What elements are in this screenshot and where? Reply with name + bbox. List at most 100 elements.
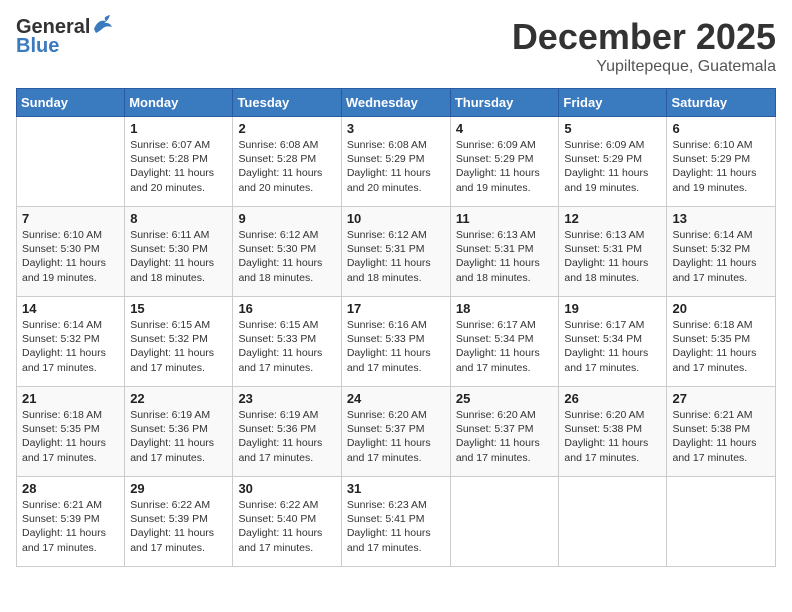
day-number: 8 <box>130 211 227 226</box>
day-number: 25 <box>456 391 554 406</box>
weekday-header-thursday: Thursday <box>450 89 559 117</box>
day-info: Sunrise: 6:18 AM Sunset: 5:35 PM Dayligh… <box>672 318 770 375</box>
day-info: Sunrise: 6:17 AM Sunset: 5:34 PM Dayligh… <box>456 318 554 375</box>
logo-blue-text: Blue <box>16 35 59 57</box>
day-info: Sunrise: 6:12 AM Sunset: 5:31 PM Dayligh… <box>347 228 445 285</box>
calendar-cell: 16 Sunrise: 6:15 AM Sunset: 5:33 PM Dayli… <box>233 297 341 387</box>
calendar-cell: 13 Sunrise: 6:14 AM Sunset: 5:32 PM Dayli… <box>667 207 776 297</box>
calendar-week-row: 14 Sunrise: 6:14 AM Sunset: 5:32 PM Dayli… <box>17 297 776 387</box>
day-info: Sunrise: 6:13 AM Sunset: 5:31 PM Dayligh… <box>564 228 661 285</box>
day-info: Sunrise: 6:08 AM Sunset: 5:29 PM Dayligh… <box>347 138 445 195</box>
calendar-cell: 14 Sunrise: 6:14 AM Sunset: 5:32 PM Dayli… <box>17 297 125 387</box>
day-number: 28 <box>22 481 119 496</box>
calendar-cell: 20 Sunrise: 6:18 AM Sunset: 5:35 PM Dayli… <box>667 297 776 387</box>
day-info: Sunrise: 6:08 AM Sunset: 5:28 PM Dayligh… <box>238 138 335 195</box>
day-info: Sunrise: 6:09 AM Sunset: 5:29 PM Dayligh… <box>456 138 554 195</box>
day-info: Sunrise: 6:15 AM Sunset: 5:32 PM Dayligh… <box>130 318 227 375</box>
day-number: 19 <box>564 301 661 316</box>
calendar-cell: 18 Sunrise: 6:17 AM Sunset: 5:34 PM Dayli… <box>450 297 559 387</box>
day-number: 9 <box>238 211 335 226</box>
day-number: 27 <box>672 391 770 406</box>
day-number: 5 <box>564 121 661 136</box>
calendar-week-row: 1 Sunrise: 6:07 AM Sunset: 5:28 PM Daylig… <box>17 117 776 207</box>
calendar-cell: 26Sunrise: 6:20 AM Sunset: 5:38 PM Dayli… <box>559 387 667 477</box>
calendar-cell <box>559 477 667 567</box>
title-block: December 2025 Yupiltepeque, Guatemala <box>512 16 776 76</box>
day-number: 20 <box>672 301 770 316</box>
calendar-cell: 21 Sunrise: 6:18 AM Sunset: 5:35 PM Dayli… <box>17 387 125 477</box>
weekday-header-tuesday: Tuesday <box>233 89 341 117</box>
weekday-header-monday: Monday <box>125 89 233 117</box>
weekday-header-saturday: Saturday <box>667 89 776 117</box>
calendar-week-row: 21 Sunrise: 6:18 AM Sunset: 5:35 PM Dayli… <box>17 387 776 477</box>
calendar-week-row: 28 Sunrise: 6:21 AM Sunset: 5:39 PM Dayli… <box>17 477 776 567</box>
day-number: 1 <box>130 121 227 136</box>
day-info: Sunrise: 6:18 AM Sunset: 5:35 PM Dayligh… <box>22 408 119 465</box>
calendar-cell: 6Sunrise: 6:10 AM Sunset: 5:29 PM Daylig… <box>667 117 776 207</box>
calendar-week-row: 7Sunrise: 6:10 AM Sunset: 5:30 PM Daylig… <box>17 207 776 297</box>
day-info: Sunrise: 6:13 AM Sunset: 5:31 PM Dayligh… <box>456 228 554 285</box>
day-number: 17 <box>347 301 445 316</box>
day-info: Sunrise: 6:07 AM Sunset: 5:28 PM Dayligh… <box>130 138 227 195</box>
calendar-cell: 25 Sunrise: 6:20 AM Sunset: 5:37 PM Dayli… <box>450 387 559 477</box>
calendar-cell <box>17 117 125 207</box>
day-number: 26 <box>564 391 661 406</box>
calendar-cell: 15 Sunrise: 6:15 AM Sunset: 5:32 PM Dayli… <box>125 297 233 387</box>
logo-bird-icon <box>92 15 114 33</box>
calendar-cell: 9 Sunrise: 6:12 AM Sunset: 5:30 PM Daylig… <box>233 207 341 297</box>
calendar-cell <box>450 477 559 567</box>
calendar-cell: 28 Sunrise: 6:21 AM Sunset: 5:39 PM Dayli… <box>17 477 125 567</box>
calendar-cell: 19 Sunrise: 6:17 AM Sunset: 5:34 PM Dayli… <box>559 297 667 387</box>
calendar-cell: 3Sunrise: 6:08 AM Sunset: 5:29 PM Daylig… <box>341 117 450 207</box>
weekday-header-sunday: Sunday <box>17 89 125 117</box>
day-number: 16 <box>238 301 335 316</box>
calendar-cell: 10 Sunrise: 6:12 AM Sunset: 5:31 PM Dayli… <box>341 207 450 297</box>
calendar-cell: 12 Sunrise: 6:13 AM Sunset: 5:31 PM Dayli… <box>559 207 667 297</box>
day-number: 6 <box>672 121 770 136</box>
day-info: Sunrise: 6:17 AM Sunset: 5:34 PM Dayligh… <box>564 318 661 375</box>
day-info: Sunrise: 6:21 AM Sunset: 5:39 PM Dayligh… <box>22 498 119 555</box>
day-number: 31 <box>347 481 445 496</box>
day-number: 10 <box>347 211 445 226</box>
day-info: Sunrise: 6:15 AM Sunset: 5:33 PM Dayligh… <box>238 318 335 375</box>
day-number: 4 <box>456 121 554 136</box>
day-info: Sunrise: 6:14 AM Sunset: 5:32 PM Dayligh… <box>22 318 119 375</box>
calendar-cell: 22Sunrise: 6:19 AM Sunset: 5:36 PM Dayli… <box>125 387 233 477</box>
calendar-cell: 2 Sunrise: 6:08 AM Sunset: 5:28 PM Daylig… <box>233 117 341 207</box>
day-number: 21 <box>22 391 119 406</box>
day-info: Sunrise: 6:12 AM Sunset: 5:30 PM Dayligh… <box>238 228 335 285</box>
page-header: General Blue December 2025 Yupiltepeque,… <box>16 16 776 76</box>
calendar-table: SundayMondayTuesdayWednesdayThursdayFrid… <box>16 88 776 567</box>
logo: General Blue <box>16 16 114 58</box>
day-number: 22 <box>130 391 227 406</box>
day-number: 12 <box>564 211 661 226</box>
day-info: Sunrise: 6:21 AM Sunset: 5:38 PM Dayligh… <box>672 408 770 465</box>
month-title: December 2025 <box>512 16 776 58</box>
day-number: 2 <box>238 121 335 136</box>
day-info: Sunrise: 6:19 AM Sunset: 5:36 PM Dayligh… <box>238 408 335 465</box>
day-info: Sunrise: 6:22 AM Sunset: 5:40 PM Dayligh… <box>238 498 335 555</box>
day-info: Sunrise: 6:20 AM Sunset: 5:37 PM Dayligh… <box>456 408 554 465</box>
calendar-cell: 30 Sunrise: 6:22 AM Sunset: 5:40 PM Dayli… <box>233 477 341 567</box>
calendar-cell <box>667 477 776 567</box>
day-number: 15 <box>130 301 227 316</box>
day-number: 13 <box>672 211 770 226</box>
day-info: Sunrise: 6:23 AM Sunset: 5:41 PM Dayligh… <box>347 498 445 555</box>
day-info: Sunrise: 6:14 AM Sunset: 5:32 PM Dayligh… <box>672 228 770 285</box>
weekday-header-friday: Friday <box>559 89 667 117</box>
calendar-cell: 29Sunrise: 6:22 AM Sunset: 5:39 PM Dayli… <box>125 477 233 567</box>
day-info: Sunrise: 6:10 AM Sunset: 5:30 PM Dayligh… <box>22 228 119 285</box>
weekday-header-row: SundayMondayTuesdayWednesdayThursdayFrid… <box>17 89 776 117</box>
calendar-cell: 17Sunrise: 6:16 AM Sunset: 5:33 PM Dayli… <box>341 297 450 387</box>
weekday-header-wednesday: Wednesday <box>341 89 450 117</box>
calendar-cell: 8Sunrise: 6:11 AM Sunset: 5:30 PM Daylig… <box>125 207 233 297</box>
day-number: 14 <box>22 301 119 316</box>
day-number: 18 <box>456 301 554 316</box>
day-info: Sunrise: 6:20 AM Sunset: 5:37 PM Dayligh… <box>347 408 445 465</box>
calendar-cell: 27 Sunrise: 6:21 AM Sunset: 5:38 PM Dayli… <box>667 387 776 477</box>
calendar-cell: 31 Sunrise: 6:23 AM Sunset: 5:41 PM Dayli… <box>341 477 450 567</box>
day-number: 30 <box>238 481 335 496</box>
calendar-cell: 4 Sunrise: 6:09 AM Sunset: 5:29 PM Daylig… <box>450 117 559 207</box>
calendar-cell: 11Sunrise: 6:13 AM Sunset: 5:31 PM Dayli… <box>450 207 559 297</box>
day-number: 24 <box>347 391 445 406</box>
